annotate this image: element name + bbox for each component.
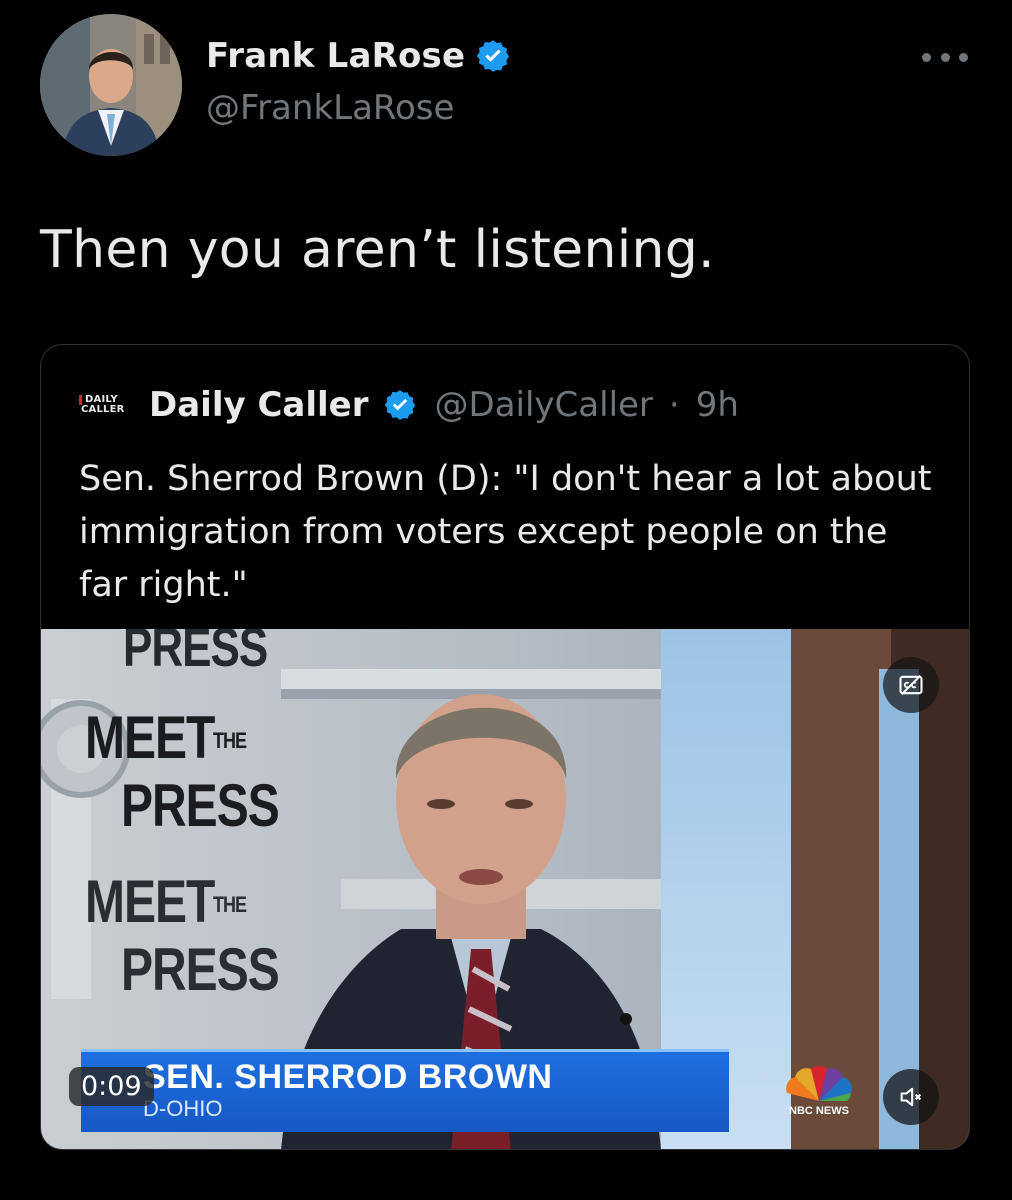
profile-photo-icon — [40, 14, 182, 156]
backdrop-text: MEET — [85, 869, 215, 936]
backdrop-text: PRESS — [121, 937, 280, 1004]
quoted-tweet-time[interactable]: 9h — [696, 385, 739, 425]
logo-line-2: CALLER — [81, 404, 125, 415]
more-options-button[interactable] — [922, 42, 968, 72]
quoted-author-name[interactable]: Daily Caller — [149, 385, 369, 425]
backdrop-text: THE — [213, 891, 247, 917]
quoted-tweet-header: DAILY CALLER Daily Caller @DailyCaller ·… — [79, 385, 739, 425]
peacock-icon — [786, 1065, 852, 1101]
backdrop-text: MEET — [85, 705, 215, 772]
author-name[interactable]: Frank LaRose — [206, 36, 511, 76]
backdrop-text: THE — [213, 727, 247, 753]
nbc-news-logo: NBC NEWS — [781, 1063, 857, 1123]
author-name-text[interactable]: Frank LaRose — [206, 36, 465, 76]
quoted-tweet-card[interactable]: DAILY CALLER Daily Caller @DailyCaller ·… — [40, 344, 970, 1150]
tweet-text: Then you aren’t listening. — [40, 220, 715, 280]
captions-button[interactable] — [883, 657, 939, 713]
dot-icon — [959, 52, 968, 62]
chyron-name: SEN. SHERROD BROWN — [143, 1058, 553, 1096]
author-avatar[interactable] — [40, 14, 182, 156]
dot-icon — [922, 52, 931, 62]
author-handle[interactable]: @FrankLaRose — [206, 88, 454, 128]
chyron-subtitle: D-OHIO — [143, 1096, 223, 1121]
name-chyron: SEN. SHERROD BROWN D-OHIO — [81, 1049, 729, 1132]
muted-speaker-icon — [900, 1087, 922, 1107]
tweet-page: Frank LaRose @FrankLaRose Then you aren’… — [0, 0, 1012, 1200]
unmute-button[interactable] — [883, 1069, 939, 1125]
separator: · — [668, 385, 680, 425]
video-timestamp: 0:09 — [69, 1067, 154, 1106]
quoted-tweet-text: Sen. Sherrod Brown (D): "I don't hear a … — [79, 459, 932, 605]
quoted-author-handle[interactable]: @DailyCaller — [435, 385, 653, 425]
captions-icon — [899, 675, 923, 695]
dot-icon — [940, 52, 950, 62]
backdrop-text: PRESS — [121, 773, 280, 840]
backdrop-text: PRESS — [123, 629, 268, 679]
verified-badge-icon — [383, 388, 417, 422]
daily-caller-logo[interactable]: DAILY CALLER — [79, 385, 131, 425]
video-player[interactable]: PRESS MEET THE PRESS MEET THE PRESS SEN.… — [41, 629, 969, 1149]
verified-badge-icon — [475, 38, 511, 74]
network-label: NBC NEWS — [789, 1105, 849, 1117]
